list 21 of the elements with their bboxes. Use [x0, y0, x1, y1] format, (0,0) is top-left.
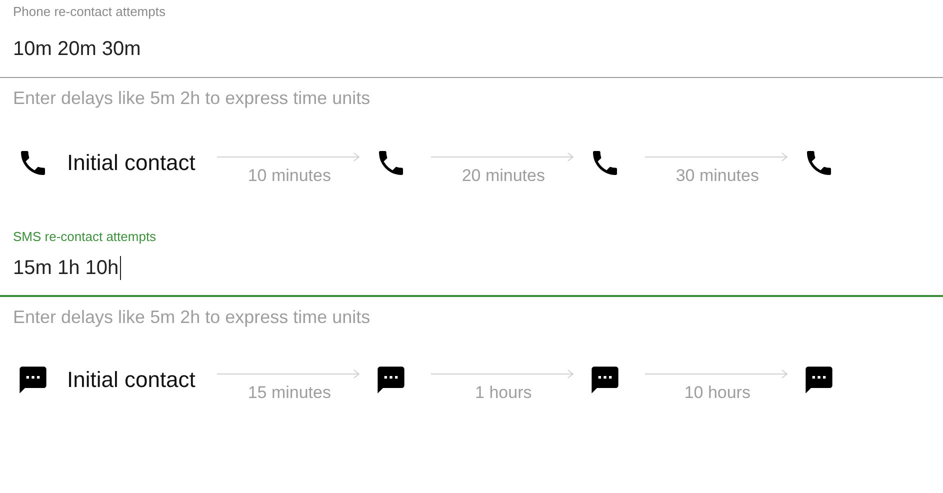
field-label: SMS re-contact attempts [13, 229, 158, 244]
message-icon [17, 364, 49, 396]
message-icon [589, 364, 622, 396]
message-icon [375, 364, 408, 396]
step-label: Initial contact [67, 150, 196, 176]
delay-label: 10 hours [684, 383, 750, 403]
field-label: Phone re-contact attempts [13, 4, 166, 19]
text-field[interactable]: Phone re-contact attempts 10m 20m 30m [0, 0, 943, 78]
field-value: 15m 1h 10h [13, 256, 119, 280]
text-field[interactable]: SMS re-contact attempts 15m 1h 10h [0, 225, 943, 297]
delay-label: 30 minutes [676, 166, 759, 186]
helper-text: Enter delays like 5m 2h to express time units [13, 88, 372, 109]
helper-text: Enter delays like 5m 2h to express time units [13, 307, 372, 328]
message-icon [803, 364, 836, 396]
field-value: 10m 20m 30m [13, 38, 141, 60]
step-label: Initial contact [67, 367, 196, 393]
delay-label: 10 minutes [248, 166, 331, 186]
delay-label: 1 hours [475, 383, 532, 403]
delay-label: 15 minutes [248, 383, 331, 403]
delay-label: 20 minutes [462, 166, 545, 186]
text-cursor [120, 256, 121, 280]
